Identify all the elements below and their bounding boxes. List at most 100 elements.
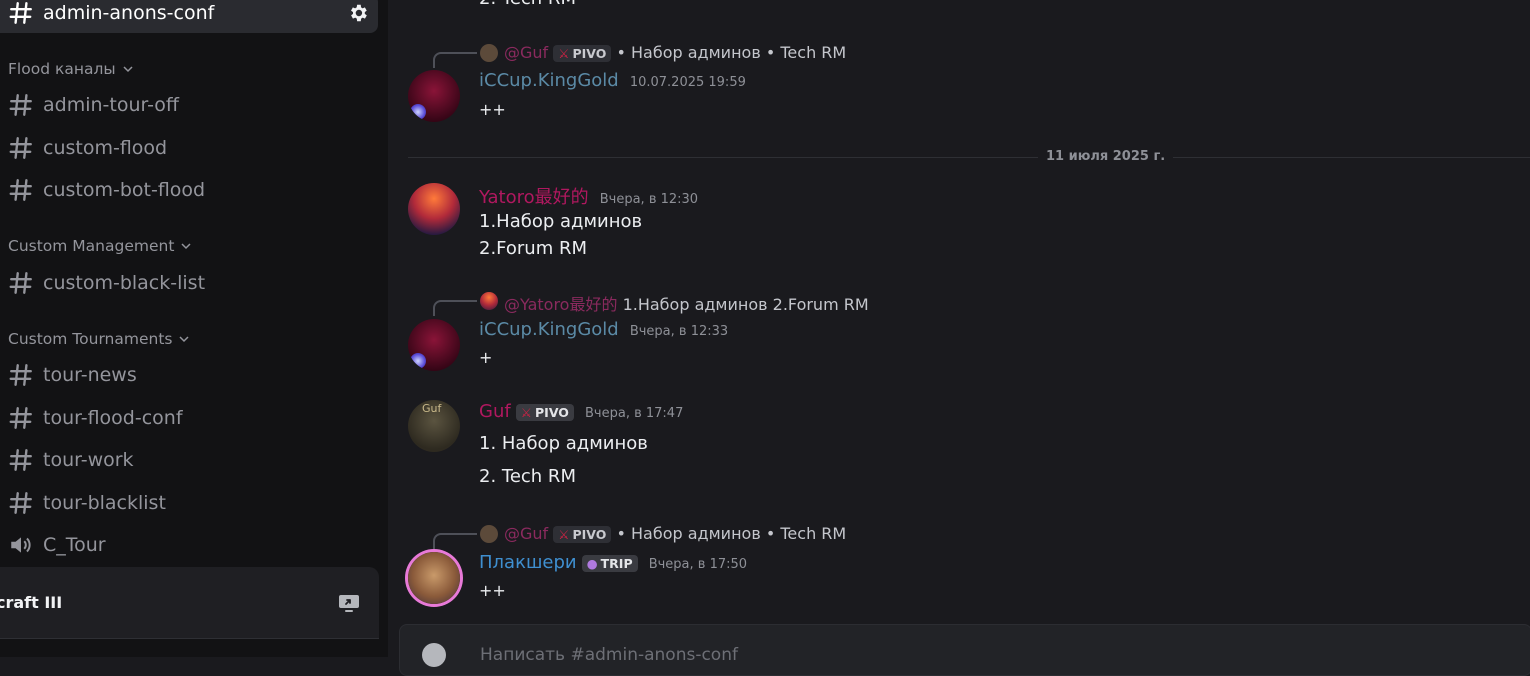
mushroom-icon: ● <box>586 556 598 571</box>
hashtag-lock-icon <box>9 94 32 116</box>
speaker-lock-icon <box>11 537 31 553</box>
message-input-placeholder: Написать #admin-anons-conf <box>480 645 738 665</box>
chevron-down-icon <box>181 243 191 250</box>
reply-connector <box>433 533 477 549</box>
pivo-tag: ⚔ PIVO <box>515 404 574 421</box>
timestamp: 10.07.2025 19:59 <box>629 75 746 90</box>
pivo-tag: ⚔ PIVO <box>553 526 612 543</box>
message-header: iCCup.KingGold Вчера, в 12:33 <box>479 319 728 340</box>
reply-preview[interactable]: @Guf ⚔ PIVO • Набор админов • Tech RM <box>504 43 846 62</box>
message-header: iCCup.KingGold 10.07.2025 19:59 <box>479 70 746 91</box>
reply-connector <box>433 300 477 316</box>
channel-name: tour-flood-conf <box>43 407 183 429</box>
category-custom-tournaments[interactable]: Custom Tournaments <box>8 330 190 348</box>
channel-name: admin-tour-off <box>43 94 180 116</box>
timestamp: Вчера, в 12:33 <box>629 324 729 339</box>
hashtag-lock-icon <box>9 179 32 201</box>
reply-mention[interactable]: @Guf <box>504 43 548 62</box>
hashtag-lock-icon <box>9 137 32 159</box>
hashtag-lock-icon <box>9 492 32 514</box>
tag-label: PIVO <box>572 46 607 61</box>
orb-decoration-icon <box>410 353 426 369</box>
server-activity-panel[interactable]: craft III <box>0 567 379 639</box>
tag-label: PIVO <box>535 405 569 420</box>
message-text: 2.Forum RM <box>479 238 587 259</box>
channel-name: C_Tour <box>43 534 106 556</box>
message-header: Yatoro最好的 Вчера, в 12:30 <box>479 183 698 209</box>
yatoro-mini-avatar <box>480 292 498 310</box>
reply-preview[interactable]: @Guf ⚔ PIVO • Набор админов • Tech RM <box>504 524 846 543</box>
message-text: ++ <box>479 100 506 119</box>
sword-icon: ⚔ <box>520 405 533 420</box>
reply-mention[interactable]: @Yatoro最好的 <box>504 295 617 314</box>
reply-mention[interactable]: @Guf <box>504 524 548 543</box>
channel-tour-work[interactable]: tour-work <box>0 443 378 477</box>
hashtag-lock-icon <box>9 364 32 386</box>
message-header: Guf ⚔ PIVO Вчера, в 17:47 <box>479 401 683 422</box>
voice-channel-c-tour[interactable]: C_Tour <box>0 528 378 562</box>
yatoro-avatar[interactable] <box>408 183 460 235</box>
trip-tag: ● TRIP <box>581 555 638 572</box>
message-input-box[interactable]: Написать #admin-anons-conf <box>399 624 1530 676</box>
message-text: + <box>479 348 493 367</box>
author-name[interactable]: Yatoro最好的 <box>479 187 589 208</box>
category-label: Flood каналы <box>8 60 116 78</box>
author-name[interactable]: Плакшери <box>479 552 577 573</box>
channel-admin-tour-off[interactable]: admin-tour-off <box>0 88 378 122</box>
author-name[interactable]: iCCup.KingGold <box>479 70 619 91</box>
chevron-down-icon <box>123 66 133 73</box>
kinggold-avatar[interactable] <box>408 319 460 371</box>
reply-preview[interactable]: @Yatoro最好的 1.Набор админов 2.Forum RM <box>504 291 869 315</box>
category-flood[interactable]: Flood каналы <box>8 60 134 78</box>
add-attachment-icon[interactable] <box>422 643 446 667</box>
kinggold-avatar[interactable] <box>408 70 460 122</box>
author-name[interactable]: iCCup.KingGold <box>479 319 619 340</box>
category-label: Custom Management <box>8 237 175 255</box>
channel-admin-anons-conf[interactable]: admin-anons-conf <box>0 0 378 30</box>
category-custom-management[interactable]: Custom Management <box>8 237 192 255</box>
chevron-down-icon <box>179 336 190 343</box>
channel-tour-flood-conf[interactable]: tour-flood-conf <box>0 401 378 435</box>
channel-name: tour-news <box>43 364 137 386</box>
channel-custom-bot-flood[interactable]: custom-bot-flood <box>0 173 378 207</box>
screen-share-icon[interactable] <box>337 591 361 615</box>
channel-name: custom-bot-flood <box>43 179 206 201</box>
chat-area: 2. Tech RM @Guf ⚔PIVO • Набор админов • … <box>388 0 1530 676</box>
tag-label: PIVO <box>572 527 607 542</box>
divider <box>0 638 379 639</box>
channel-tour-blacklist[interactable]: tour-blacklist <box>0 486 378 520</box>
plaksheri-avatar[interactable] <box>408 552 460 604</box>
hashtag-lock-icon <box>9 407 32 429</box>
server-activity-name: craft III <box>0 593 63 612</box>
pivo-tag: ⚔ PIVO <box>553 45 612 62</box>
hashtag-lock-icon <box>9 272 32 294</box>
hashtag-icon <box>9 2 32 24</box>
sword-icon: ⚔ <box>558 527 570 542</box>
channel-sidebar: admin-anons-conf Flood каналы admin-tour… <box>0 0 388 657</box>
guf-mini-avatar <box>480 525 498 543</box>
reply-text: 1.Набор админов 2.Forum RM <box>622 295 869 314</box>
channel-name: tour-work <box>43 449 134 471</box>
timestamp: Вчера, в 17:47 <box>585 406 684 421</box>
channel-name: admin-anons-conf <box>43 2 215 24</box>
guf-mini-avatar <box>480 44 498 62</box>
sword-icon: ⚔ <box>558 46 570 61</box>
channel-custom-flood[interactable]: custom-flood <box>0 131 378 165</box>
channel-tour-news[interactable]: tour-news <box>0 358 378 392</box>
avatar-lettering: Guf <box>422 402 442 415</box>
reply-connector <box>433 52 477 68</box>
orb-decoration-icon <box>410 104 426 120</box>
channel-name: tour-blacklist <box>43 492 166 514</box>
channel-name: custom-black-list <box>43 272 206 294</box>
message-text: 1.Набор админов <box>479 211 643 232</box>
message-text: 2. Tech RM <box>479 0 576 9</box>
guf-avatar[interactable]: Guf <box>408 400 460 452</box>
timestamp: Вчера, в 17:50 <box>648 557 748 572</box>
category-label: Custom Tournaments <box>8 330 173 348</box>
author-name[interactable]: Guf <box>479 401 511 422</box>
channel-custom-black-list[interactable]: custom-black-list <box>0 266 378 300</box>
message-header: Плакшери ● TRIP Вчера, в 17:50 <box>479 552 747 573</box>
gear-icon[interactable] <box>347 2 369 24</box>
timestamp: Вчера, в 12:30 <box>599 192 699 207</box>
reply-text: • Набор админов • Tech RM <box>616 43 847 62</box>
